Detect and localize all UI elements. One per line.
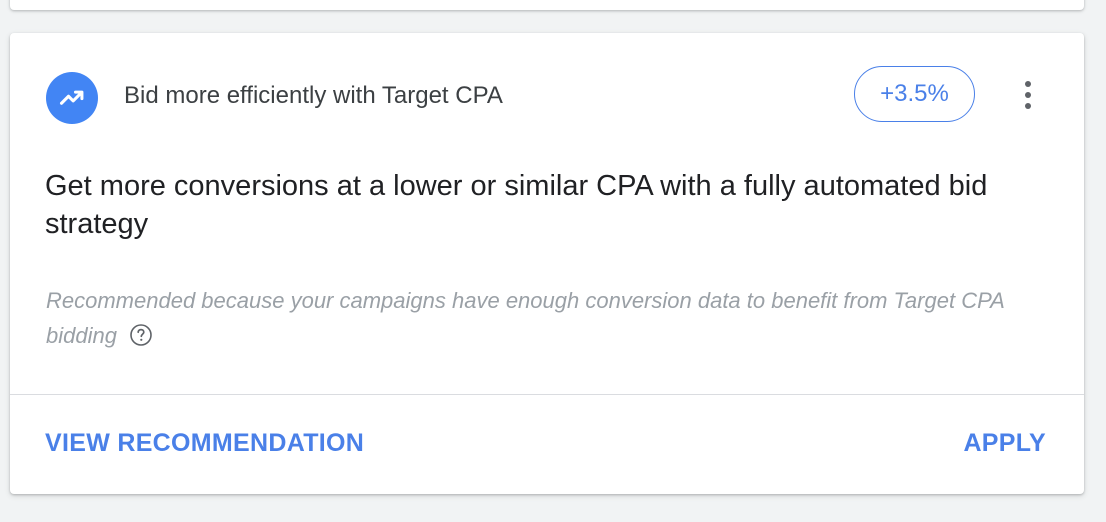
recommendation-headline: Get more conversions at a lower or simil… <box>45 170 988 240</box>
card-header: Bid more efficiently with Target CPA +3.… <box>10 33 1084 157</box>
apply-button[interactable]: APPLY <box>963 429 1046 458</box>
score-badge: +3.5% <box>854 66 975 122</box>
recommendation-reason-block: Recommended because your campaigns have … <box>46 283 1036 353</box>
recommendation-card: Bid more efficiently with Target CPA +3.… <box>10 33 1084 494</box>
more-vert-icon <box>1025 81 1031 87</box>
card-divider <box>10 394 1084 395</box>
view-recommendation-button[interactable]: VIEW RECOMMENDATION <box>45 429 364 458</box>
recommendation-title: Bid more efficiently with Target CPA <box>124 82 503 109</box>
previous-card <box>10 0 1084 10</box>
more-options-button[interactable] <box>1012 73 1044 117</box>
help-circle-icon[interactable] <box>129 323 153 347</box>
trending-up-icon <box>46 72 98 124</box>
recommendation-reason: Recommended because your campaigns have … <box>46 288 1004 348</box>
